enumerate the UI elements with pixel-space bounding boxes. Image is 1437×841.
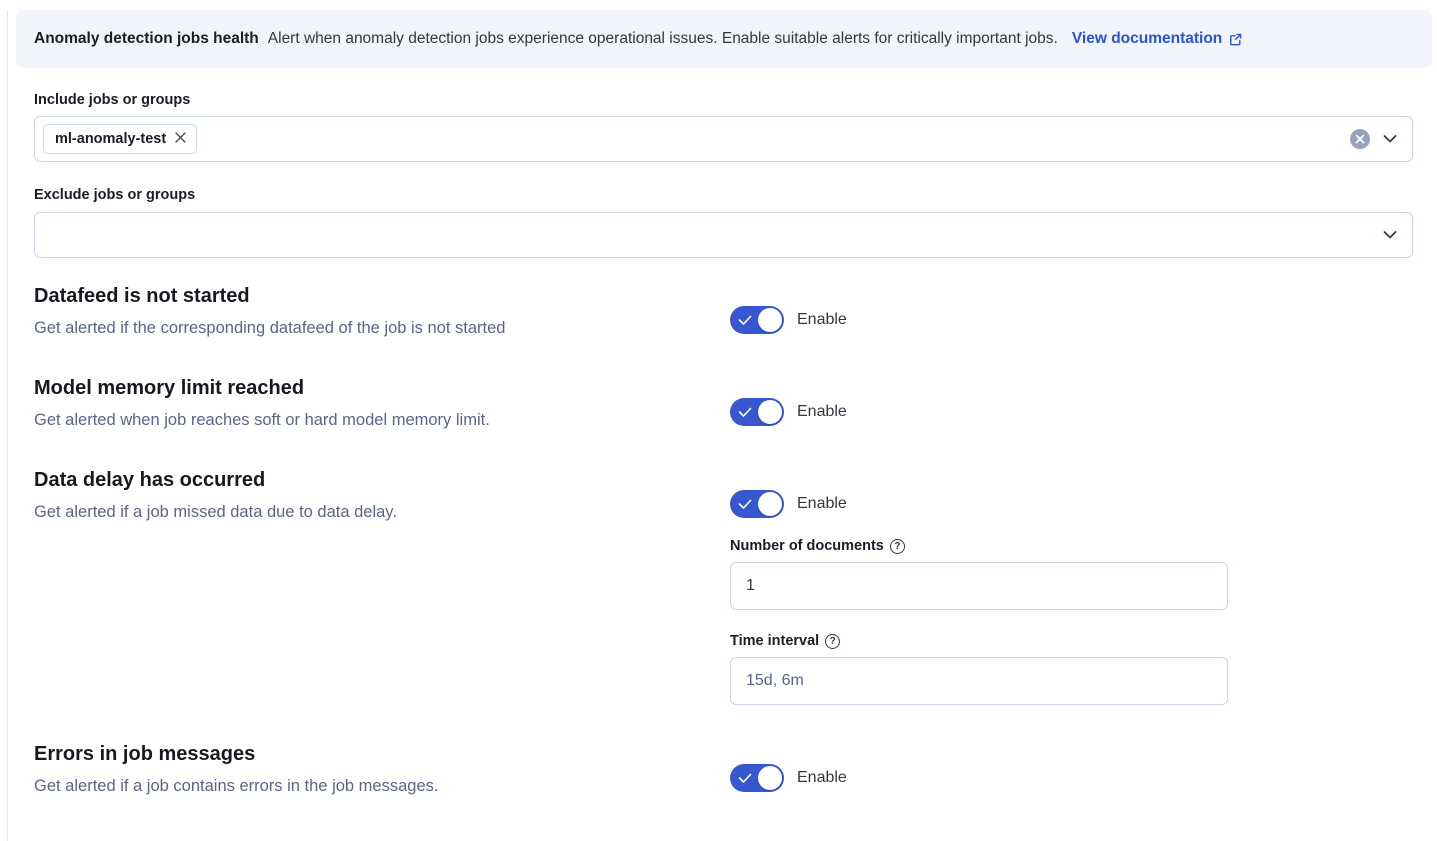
banner-title: Anomaly detection jobs health	[34, 30, 259, 48]
chevron-down-icon[interactable]	[1381, 226, 1399, 244]
banner-description: Alert when anomaly detection jobs experi…	[268, 30, 1058, 48]
section-data-delay: Data delay has occurred Get alerted if a…	[34, 468, 1413, 705]
clear-selection-button[interactable]	[1350, 129, 1370, 149]
toggle-knob	[758, 766, 782, 790]
section-title: Datafeed is not started	[34, 284, 730, 308]
panel-edge-divider	[7, 10, 8, 841]
time-interval-label: Time interval	[730, 633, 819, 650]
remove-job-button[interactable]	[174, 131, 187, 147]
section-model-memory-limit: Model memory limit reached Get alerted w…	[34, 376, 1413, 431]
rule-type-banner: Anomaly detection jobs health Alert when…	[16, 10, 1432, 68]
section-errors-in-job-messages: Errors in job messages Get alerted if a …	[34, 742, 1413, 797]
toggle-label: Enable	[797, 311, 847, 329]
toggle-knob	[758, 400, 782, 424]
include-jobs-label: Include jobs or groups	[34, 92, 1413, 109]
cross-icon	[174, 131, 187, 147]
number-of-documents-input[interactable]	[730, 562, 1228, 610]
selected-job-pill-label: ml-anomaly-test	[55, 131, 166, 147]
chevron-down-icon[interactable]	[1381, 130, 1399, 148]
check-icon	[738, 771, 752, 788]
toggle-label: Enable	[797, 495, 847, 513]
enable-toggle[interactable]	[730, 490, 784, 518]
number-of-documents-label: Number of documents	[730, 538, 884, 555]
section-description: Get alerted if a job missed data due to …	[34, 501, 730, 523]
question-in-circle-icon[interactable]: ?	[890, 539, 905, 554]
section-title: Errors in job messages	[34, 742, 730, 766]
view-documentation-link[interactable]: View documentation	[1072, 30, 1243, 48]
external-link-icon	[1228, 32, 1243, 47]
selected-job-pill: ml-anomaly-test	[43, 124, 197, 154]
time-interval-input[interactable]	[730, 657, 1228, 705]
check-icon	[738, 497, 752, 514]
section-title: Data delay has occurred	[34, 468, 730, 492]
exclude-jobs-combobox[interactable]	[34, 212, 1413, 258]
cross-in-circle-icon	[1355, 132, 1365, 147]
check-icon	[738, 313, 752, 330]
enable-toggle[interactable]	[730, 306, 784, 334]
exclude-jobs-label: Exclude jobs or groups	[34, 187, 1413, 204]
section-description: Get alerted when job reaches soft or har…	[34, 409, 730, 431]
include-jobs-combobox[interactable]: ml-anomaly-test	[34, 116, 1413, 162]
toggle-knob	[758, 308, 782, 332]
view-documentation-label: View documentation	[1072, 30, 1222, 48]
toggle-knob	[758, 492, 782, 516]
section-description: Get alerted if the corresponding datafee…	[34, 317, 730, 339]
check-icon	[738, 405, 752, 422]
toggle-label: Enable	[797, 769, 847, 787]
toggle-label: Enable	[797, 403, 847, 421]
section-title: Model memory limit reached	[34, 376, 730, 400]
anomaly-jobs-health-rule-form: Anomaly detection jobs health Alert when…	[0, 10, 1437, 797]
section-datafeed-not-started: Datafeed is not started Get alerted if t…	[34, 284, 1413, 339]
section-description: Get alerted if a job contains errors in …	[34, 775, 730, 797]
question-in-circle-icon[interactable]: ?	[825, 634, 840, 649]
enable-toggle[interactable]	[730, 398, 784, 426]
enable-toggle[interactable]	[730, 764, 784, 792]
